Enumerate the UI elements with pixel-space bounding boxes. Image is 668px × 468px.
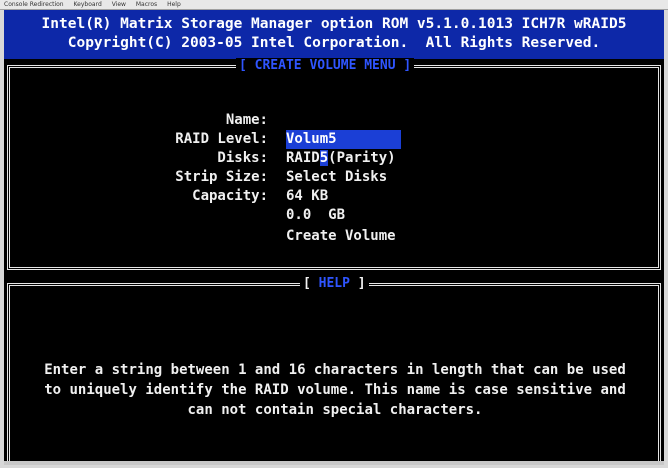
menu-view[interactable]: View — [112, 1, 126, 8]
help-text-line-1: Enter a string between 1 and 16 characte… — [44, 362, 626, 378]
help-title: [ HELP ] — [300, 276, 369, 292]
menu-console-redirection[interactable]: Console Redirection — [4, 1, 64, 8]
rom-version-text: Intel(R) Matrix Storage Manager option R… — [41, 16, 627, 32]
menu-macros[interactable]: Macros — [136, 1, 157, 8]
menu-keyboard[interactable]: Keyboard — [74, 1, 102, 8]
strip-size-row[interactable]: Strip Size: 64 KB — [10, 149, 650, 204]
create-volume-row[interactable]: Create Volume — [10, 208, 650, 244]
help-text-line-3: can not contain special characters. — [187, 402, 483, 418]
capacity-label: Capacity: — [192, 188, 268, 204]
strip-size-select[interactable]: 64 KB — [286, 187, 328, 206]
name-row[interactable]: Name: Volum5 — [10, 92, 650, 149]
console-menubar: Console Redirection Keyboard View Macros… — [0, 0, 668, 10]
raid-level-row[interactable]: RAID Level: RAID5(Parity) — [10, 111, 650, 166]
capacity-row[interactable]: Capacity: 0.0 GB — [10, 168, 650, 223]
rom-banner: Intel(R) Matrix Storage Manager option R… — [4, 10, 664, 59]
create-volume-button[interactable]: Create Volume — [286, 227, 396, 246]
help-text-line-2: to uniquely identify the RAID volume. Th… — [44, 382, 626, 398]
bios-screen: Intel(R) Matrix Storage Manager option R… — [4, 10, 664, 465]
create-volume-title: [ CREATE VOLUME MENU ] — [236, 58, 415, 74]
menu-help[interactable]: Help — [167, 1, 181, 8]
horizontal-scrollbar[interactable] — [4, 461, 664, 465]
disks-row[interactable]: Disks: Select Disks — [10, 130, 650, 185]
copyright-text: Copyright(C) 2003-05 Intel Corporation. … — [67, 35, 601, 51]
create-volume-panel: [ CREATE VOLUME MENU ] Name: Volum5 RAID… — [7, 58, 661, 270]
help-panel: [ HELP ] Enter a string between 1 and 16… — [7, 276, 661, 465]
